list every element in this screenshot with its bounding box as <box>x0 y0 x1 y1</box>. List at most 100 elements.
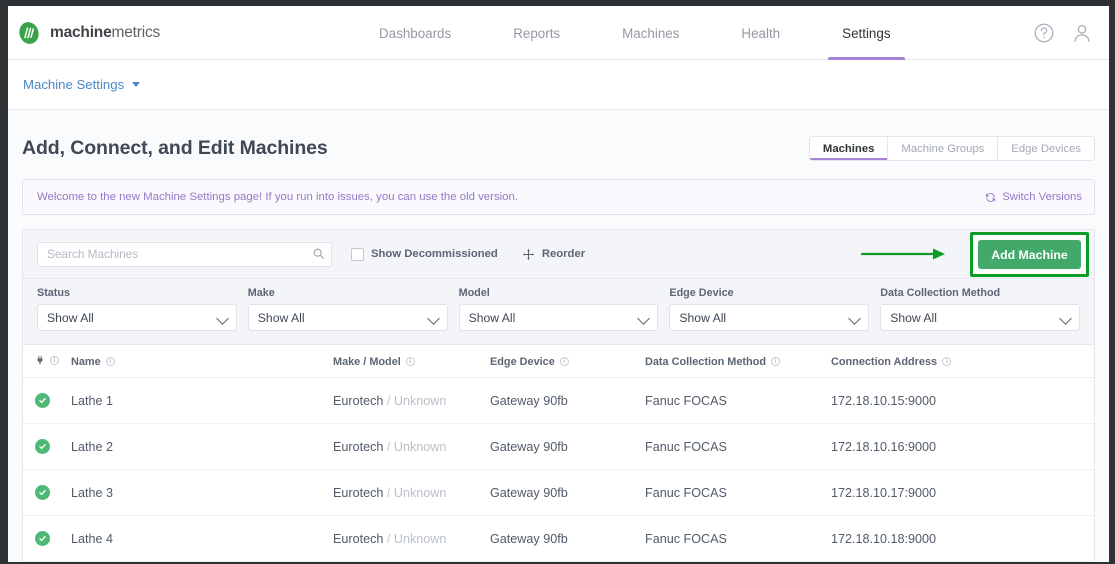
filter-status-value: Show All <box>47 310 94 325</box>
row-make-model: Eurotech / Unknown <box>333 469 490 516</box>
tab-machine-groups[interactable]: Machine Groups <box>888 137 999 160</box>
header-data-collection-method[interactable]: Data Collection Method i <box>645 345 831 378</box>
move-arrows-icon <box>522 248 534 260</box>
banner-message: Welcome to the new Machine Settings page… <box>37 191 518 203</box>
table-row[interactable]: Lathe 4 Eurotech / Unknown Gateway 90fb … <box>23 515 1094 562</box>
brand-name: machinemetrics <box>50 24 160 42</box>
reorder-button[interactable]: Reorder <box>522 248 585 261</box>
help-circle-icon[interactable] <box>1033 22 1055 44</box>
nav-right-actions <box>1033 6 1093 60</box>
status-connected-check-icon <box>35 531 50 546</box>
nav-item-reports[interactable]: Reports <box>513 6 560 60</box>
machines-table: i Name i Make / Model i Edge Device i Da… <box>23 345 1094 562</box>
row-status <box>23 423 71 470</box>
row-make-model: Eurotech / Unknown <box>333 423 490 470</box>
row-data-collection-method: Fanuc FOCAS <box>645 423 831 470</box>
view-tab-group: Machines Machine Groups Edge Devices <box>808 136 1095 161</box>
machines-table-header: i Name i Make / Model i Edge Device i Da… <box>23 345 1094 378</box>
page-header-row: Add, Connect, and Edit Machines Machines… <box>22 110 1095 179</box>
header-make-model-inline: Make / Model i <box>333 356 415 368</box>
filter-edge-device: Edge Device Show All <box>669 287 870 331</box>
nav-item-health[interactable]: Health <box>741 6 780 60</box>
row-name: Lathe 4 <box>71 515 333 562</box>
filter-status-label: Status <box>37 287 70 299</box>
filter-make: Make Show All <box>247 287 448 331</box>
show-decommissioned-checkbox[interactable]: Show Decommissioned <box>351 247 498 261</box>
header-edge-device-inline: Edge Device i <box>490 356 569 368</box>
filter-edge-device-value: Show All <box>679 310 727 325</box>
tab-edge-devices[interactable]: Edge Devices <box>998 137 1094 160</box>
checkbox-box-icon <box>351 247 364 261</box>
row-connection-address: 172.18.10.15:9000 <box>831 377 1094 424</box>
row-make-model-separator: / <box>386 393 391 408</box>
row-make: Eurotech <box>333 393 384 408</box>
filter-model-label: Model <box>458 287 490 299</box>
filter-edge-device-select[interactable]: Show All <box>669 304 870 331</box>
row-name: Lathe 2 <box>71 423 333 470</box>
row-name: Lathe 3 <box>71 469 333 516</box>
header-connection-address[interactable]: Connection Address i <box>831 345 1094 378</box>
filter-status-select[interactable]: Show All <box>37 304 237 331</box>
header-connection-address-label: Connection Address <box>831 355 938 368</box>
table-header-row: i Name i Make / Model i Edge Device i Da… <box>23 345 1094 378</box>
show-decommissioned-label: Show Decommissioned <box>371 248 498 260</box>
row-make-model-separator: / <box>386 439 391 454</box>
chevron-down-icon <box>426 312 440 325</box>
filter-model-select[interactable]: Show All <box>458 304 659 331</box>
switch-versions-button[interactable]: Switch Versions <box>985 191 1082 203</box>
filter-model-value: Show All <box>468 310 516 325</box>
row-data-collection-method: Fanuc FOCAS <box>645 515 831 562</box>
info-icon[interactable]: i <box>405 357 415 366</box>
header-name[interactable]: Name i <box>71 345 333 378</box>
page-body: Add, Connect, and Edit Machines Machines… <box>8 110 1109 562</box>
filter-make-select[interactable]: Show All <box>247 304 448 331</box>
tab-machines[interactable]: Machines <box>809 137 889 160</box>
search-icon[interactable] <box>312 247 325 260</box>
nav-item-settings[interactable]: Settings <box>828 6 906 60</box>
row-model: Unknown <box>393 439 447 454</box>
nav-item-machines[interactable]: Machines <box>622 6 679 60</box>
filter-make-label: Make <box>247 287 275 299</box>
brand-name-bold: machine <box>50 23 112 41</box>
brand-logo[interactable]: machinemetrics <box>17 21 160 45</box>
filter-data-collection-method: Data Collection Method Show All <box>880 287 1080 331</box>
info-icon[interactable]: i <box>105 357 115 366</box>
row-make-model: Eurotech / Unknown <box>333 515 490 562</box>
brand-name-light: metrics <box>111 23 161 41</box>
table-row[interactable]: Lathe 2 Eurotech / Unknown Gateway 90fb … <box>23 423 1094 470</box>
row-status <box>23 515 71 562</box>
info-icon[interactable]: i <box>559 357 569 366</box>
info-icon[interactable]: i <box>771 357 781 366</box>
breadcrumb-caret-down-icon[interactable] <box>132 82 141 87</box>
info-icon[interactable]: i <box>50 355 59 365</box>
row-status <box>23 377 71 424</box>
row-status <box>23 469 71 516</box>
table-row[interactable]: Lathe 1 Eurotech / Unknown Gateway 90fb … <box>23 377 1094 424</box>
add-machine-highlight-box: Add Machine <box>970 232 1089 277</box>
chevron-down-icon <box>1059 312 1072 325</box>
check-icon <box>39 535 46 542</box>
info-icon[interactable]: i <box>942 357 952 366</box>
header-status[interactable]: i <box>23 345 71 378</box>
filter-data-collection-method-select[interactable]: Show All <box>880 304 1080 331</box>
row-data-collection-method: Fanuc FOCAS <box>645 377 831 424</box>
status-connected-check-icon <box>35 439 50 454</box>
reorder-label: Reorder <box>541 248 586 260</box>
row-connection-address: 172.18.10.17:9000 <box>831 469 1094 516</box>
add-machine-button[interactable]: Add Machine <box>978 240 1081 269</box>
search-input[interactable] <box>37 241 332 267</box>
status-connected-check-icon <box>35 485 50 500</box>
table-row[interactable]: Lathe 3 Eurotech / Unknown Gateway 90fb … <box>23 469 1094 516</box>
header-make-model-label: Make / Model <box>333 355 401 368</box>
row-model: Unknown <box>393 393 447 408</box>
row-make-model-separator: / <box>386 485 391 500</box>
green-arrow-right-annotation-icon <box>861 248 945 260</box>
nav-item-dashboards[interactable]: Dashboards <box>379 6 451 60</box>
check-icon <box>39 397 46 404</box>
primary-nav-items: Dashboards Reports Machines Health Setti… <box>348 6 922 60</box>
user-account-icon[interactable] <box>1071 22 1093 44</box>
status-connected-check-icon <box>35 393 50 408</box>
breadcrumb-machine-settings-link[interactable]: Machine Settings <box>23 77 124 92</box>
header-edge-device[interactable]: Edge Device i <box>490 345 645 378</box>
header-make-model[interactable]: Make / Model i <box>333 345 490 378</box>
